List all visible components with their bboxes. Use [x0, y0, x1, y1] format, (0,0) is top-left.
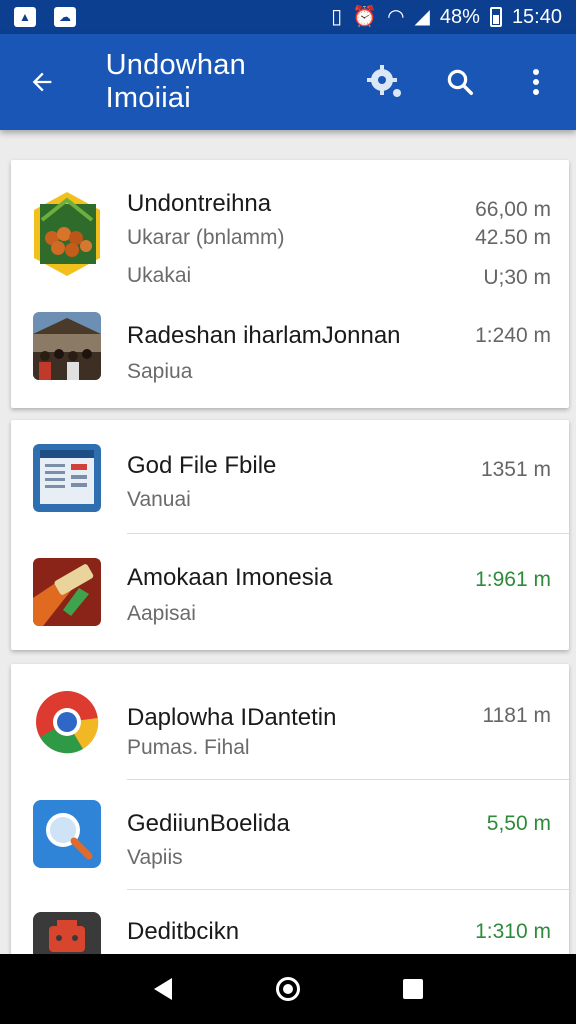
status-time: 15:40 [511, 5, 562, 28]
app-bar: Undowhan Imoiiai [0, 34, 576, 130]
item-meta: 1:310 m [475, 920, 551, 943]
group-card-3: Daplowha IDantetin Pumas. Fihal 1181 m G… [11, 664, 569, 964]
item-title: Radeshan iharlamJonnan [127, 322, 401, 349]
group-card-1: Undontreihna Ukarar (bnlamm) Ukakai 66,0… [11, 160, 569, 408]
item-meta: 1181 m [482, 704, 552, 727]
item-meta: 1351 m [480, 458, 551, 481]
system-nav-bar [0, 954, 576, 1024]
wifi-icon: ◠ [387, 6, 405, 28]
signal-icon: ◢ [414, 6, 430, 28]
item-subtitle: Vapiis [127, 846, 183, 869]
search-icon[interactable] [430, 52, 490, 112]
item-subtitle: Vanuai [127, 488, 191, 511]
alarm-icon: ⏰ [352, 6, 378, 28]
item-meta: 66,00 m [475, 198, 551, 221]
produce-thumbnail [32, 190, 102, 278]
back-arrow-icon[interactable] [12, 52, 72, 112]
list-item[interactable]: Undontreihna Ukarar (bnlamm) Ukakai 66,0… [11, 160, 569, 292]
overflow-menu-icon[interactable] [506, 52, 566, 112]
item-meta: 1:961 m [475, 568, 551, 591]
item-title: Daplowha IDantetin [127, 704, 337, 731]
back-triangle-icon[interactable] [133, 959, 193, 1019]
status-bar: ▲ ☁ ▯ ⏰ ◠ ◢ 48% 15:40 [0, 0, 576, 34]
item-meta: 1:240 m [475, 324, 551, 347]
vibrate-icon: ▯ [331, 6, 343, 28]
item-title: God File Fbile [127, 452, 277, 479]
item-meta: 42.50 m [475, 226, 551, 249]
list-item[interactable]: Deditbcikn 1:310 m [11, 890, 569, 964]
item-subtitle: Ukarar (bnlamm) [127, 226, 285, 249]
item-subtitle-2: Ukakai [127, 264, 192, 287]
image-icon: ▲ [14, 7, 36, 27]
item-subtitle: Aapisai [127, 602, 196, 625]
brush-app-thumbnail [33, 558, 101, 626]
list-item[interactable]: Amokaan Imonesia Aapisai 1:961 m [11, 534, 569, 650]
list-item[interactable]: GediiunBoelida Vapiis 5,50 m [11, 780, 569, 890]
item-title: Undontreihna [127, 190, 272, 217]
list-item[interactable]: Radeshan iharlamJonnan Sapiua 1:240 m [11, 300, 569, 408]
cloud-icon: ☁ [54, 7, 76, 27]
item-title: Deditbcikn [127, 918, 240, 945]
item-subtitle: Sapiua [127, 360, 193, 383]
list-item[interactable]: Daplowha IDantetin Pumas. Fihal 1181 m [11, 664, 569, 780]
item-title: GediiunBoelida [127, 810, 290, 837]
page-title: Undowhan Imoiiai [105, 49, 246, 114]
battery-percent: 48% [439, 5, 480, 28]
home-circle-icon[interactable] [258, 959, 318, 1019]
recents-square-icon[interactable] [383, 959, 443, 1019]
list-item[interactable]: God File Fbile Vanuai 1351 m [11, 420, 569, 534]
battery-icon [489, 7, 502, 27]
search-app-icon [33, 800, 101, 868]
document-window-thumbnail [33, 444, 101, 512]
crowd-photo-thumbnail [33, 312, 101, 380]
item-meta: U;30 m [483, 266, 551, 289]
chrome-icon [33, 688, 101, 756]
item-subtitle: Pumas. Fihal [127, 736, 250, 759]
item-title: Amokaan Imonesia [127, 564, 333, 591]
group-card-2: God File Fbile Vanuai 1351 m Amokaan Imo… [11, 420, 569, 650]
item-meta: 5,50 m [486, 812, 551, 835]
settings-gear-icon[interactable] [354, 52, 414, 112]
